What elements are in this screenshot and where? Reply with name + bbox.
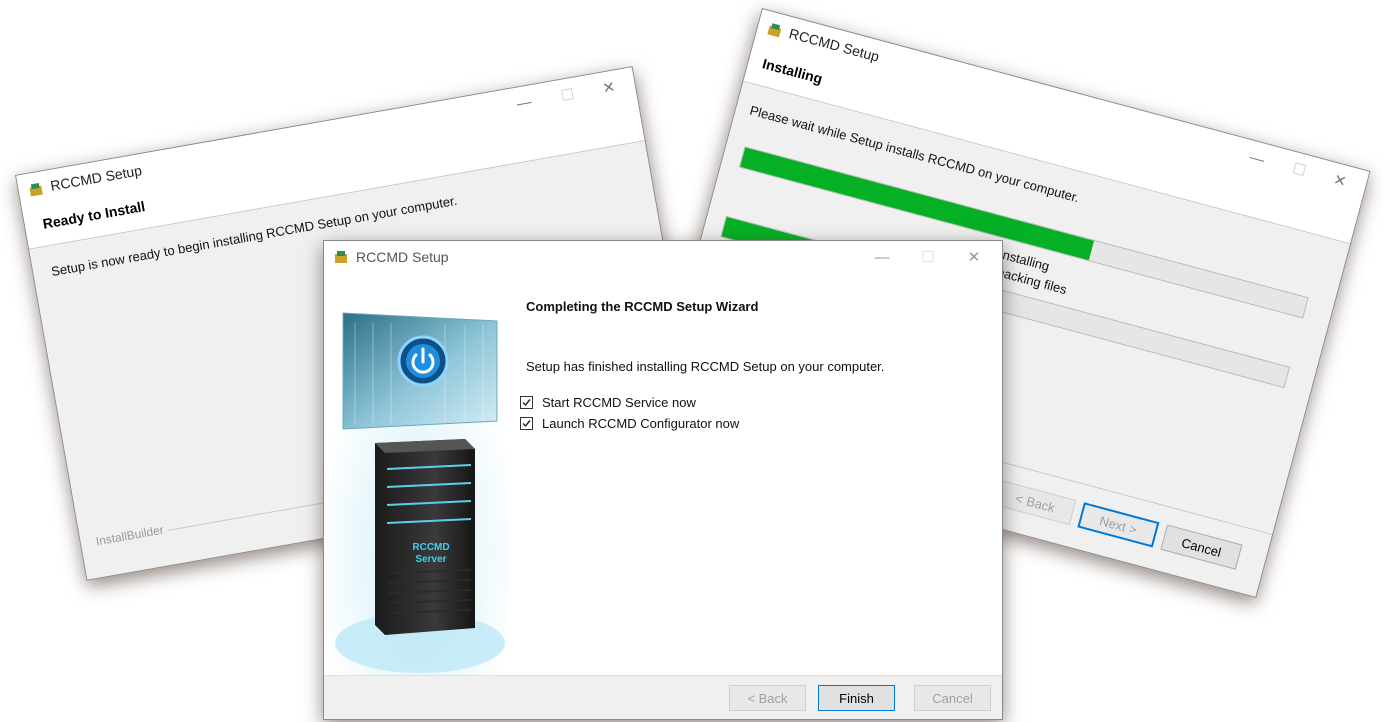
cancel-button[interactable]: Cancel bbox=[1160, 524, 1243, 570]
back-button[interactable]: < Back bbox=[994, 479, 1077, 526]
checkmark-icon bbox=[522, 420, 531, 428]
launch-configurator-label: Launch RCCMD Configurator now bbox=[542, 416, 740, 431]
finished-message: Setup has finished installing RCCMD Setu… bbox=[526, 359, 885, 374]
minimize-button[interactable]: — bbox=[502, 87, 546, 120]
back-button[interactable]: < Back bbox=[729, 685, 806, 711]
cancel-button[interactable]: Cancel bbox=[914, 685, 991, 711]
server-label-1: RCCMD bbox=[412, 542, 449, 553]
wizard-side-image: RCCMD Server bbox=[325, 273, 511, 675]
window-title: RCCMD Setup bbox=[49, 162, 144, 194]
wizard-heading: Completing the RCCMD Setup Wizard bbox=[526, 299, 759, 314]
maximize-button[interactable]: ☐ bbox=[908, 245, 948, 271]
start-service-checkbox[interactable] bbox=[520, 396, 533, 409]
launch-configurator-checkbox[interactable] bbox=[520, 417, 533, 430]
close-button[interactable]: ✕ bbox=[954, 245, 994, 271]
minimize-button[interactable]: — bbox=[862, 245, 902, 271]
checkmark-icon bbox=[522, 399, 531, 407]
completing-setup-window: RCCMD Setup — ☐ ✕ RCCMD Server Completin… bbox=[323, 240, 1003, 720]
start-service-label: Start RCCMD Service now bbox=[542, 395, 696, 410]
title-bar[interactable]: RCCMD Setup — ☐ ✕ bbox=[324, 241, 1002, 273]
server-label-2: Server bbox=[415, 554, 446, 565]
step-title: Installing bbox=[760, 55, 825, 87]
finish-button[interactable]: Finish bbox=[818, 685, 895, 711]
app-icon bbox=[29, 182, 43, 197]
desktop: { "colors": { "progress": "#06b025", "fo… bbox=[0, 0, 1390, 722]
installbuilder-label: InstallBuilder bbox=[94, 522, 169, 549]
app-icon bbox=[335, 251, 347, 263]
maximize-button[interactable]: ☐ bbox=[546, 80, 590, 113]
close-button[interactable]: ✕ bbox=[587, 72, 631, 105]
server-illustration: RCCMD Server bbox=[325, 273, 511, 675]
step-title: Ready to Install bbox=[41, 198, 147, 232]
window-title: RCCMD Setup bbox=[356, 249, 449, 265]
app-icon bbox=[767, 23, 782, 38]
button-footer: < Back Finish Cancel bbox=[324, 675, 1002, 719]
next-button[interactable]: Next > bbox=[1077, 502, 1160, 548]
